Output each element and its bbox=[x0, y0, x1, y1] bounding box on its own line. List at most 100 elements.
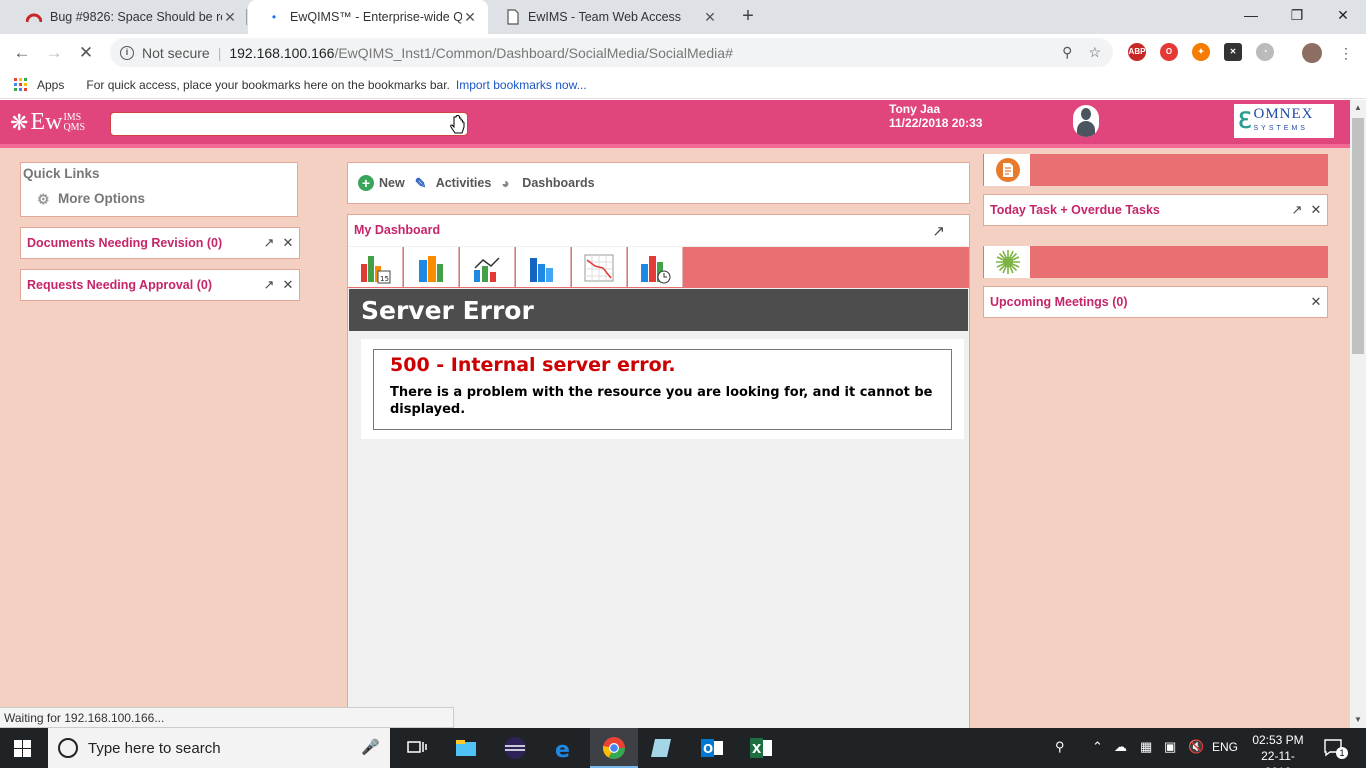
key-icon[interactable]: ⚲ bbox=[1062, 44, 1072, 61]
apps-grid-icon[interactable] bbox=[14, 77, 28, 92]
windows-start-icon[interactable] bbox=[14, 740, 31, 757]
excel-icon[interactable]: X bbox=[748, 735, 774, 761]
tab-bug-tracker[interactable]: Bug #9826: Space Should be red ✕ bbox=[8, 0, 248, 34]
eclipse-icon[interactable] bbox=[502, 735, 528, 761]
outlook-icon[interactable]: O bbox=[699, 735, 725, 761]
svg-text:O: O bbox=[703, 742, 713, 756]
security-label: Not secure bbox=[142, 44, 210, 61]
scroll-thumb[interactable] bbox=[1352, 118, 1364, 354]
taskbar-search-box[interactable]: Type here to search 🎤 bbox=[48, 728, 390, 768]
info-icon[interactable]: i bbox=[120, 45, 134, 60]
pencil-icon: ✎ bbox=[414, 175, 427, 191]
stop-loading-icon[interactable]: ✕ bbox=[73, 40, 99, 66]
tab-ewqims[interactable]: • EwQIMS™ - Enterprise-wide Qua ✕ bbox=[248, 0, 488, 34]
timer-extension-icon[interactable]: ◔ bbox=[1256, 43, 1274, 61]
chevron-up-icon[interactable]: ⌃ bbox=[1092, 739, 1103, 755]
network-icon[interactable]: ▣ bbox=[1164, 739, 1176, 755]
line-chart-button[interactable] bbox=[572, 247, 627, 287]
calendar-chart-button[interactable]: 15 bbox=[348, 247, 403, 287]
adblock-icon[interactable]: ABP bbox=[1128, 43, 1146, 61]
bookmarks-bar: Apps For quick access, place your bookma… bbox=[0, 71, 1366, 99]
close-icon[interactable]: ✕ bbox=[280, 277, 296, 293]
tab-team-web-access[interactable]: EwIMS - Team Web Access ✕ bbox=[488, 0, 728, 34]
bar-calendar-icon: 15 bbox=[361, 256, 391, 284]
activities-button[interactable]: ✎ Activities bbox=[415, 175, 492, 191]
user-name: Tony Jaa bbox=[889, 102, 941, 116]
dashboards-button[interactable]: ◕ Dashboards bbox=[501, 175, 594, 191]
chrome-icon[interactable] bbox=[601, 735, 627, 761]
tab-separator bbox=[246, 9, 247, 25]
menu-kebab-icon[interactable]: ⋮ bbox=[1333, 40, 1359, 66]
microphone-icon[interactable]: 🎤 bbox=[361, 738, 380, 756]
plus-icon: + bbox=[358, 175, 374, 191]
import-bookmarks-link[interactable]: Import bookmarks now... bbox=[456, 78, 587, 92]
restore-icon[interactable]: ❐ bbox=[1274, 0, 1320, 30]
widget-title-link[interactable]: Upcoming Meetings (0) bbox=[990, 295, 1308, 309]
browser-toolbar: ← → ✕ i Not secure | 192.168.100.166/EwQ… bbox=[0, 34, 1366, 71]
omnibox-icons: ⚲ ☆ bbox=[1062, 44, 1101, 61]
bar-chart-button[interactable] bbox=[404, 247, 459, 287]
global-search-input[interactable] bbox=[110, 112, 468, 136]
people-icon[interactable]: ⚲ bbox=[1055, 739, 1065, 755]
documents-needing-revision-widget: Documents Needing Revision (0) ↗ ✕ bbox=[20, 227, 300, 259]
profile-avatar[interactable] bbox=[1302, 43, 1322, 63]
opera-extension-icon[interactable]: O bbox=[1160, 43, 1178, 61]
close-icon[interactable]: ✕ bbox=[702, 9, 718, 26]
address-bar[interactable]: i Not secure | 192.168.100.166/EwQIMS_In… bbox=[110, 38, 1113, 67]
widget-icon-box bbox=[984, 154, 1030, 186]
task-view-icon[interactable] bbox=[403, 735, 429, 761]
edge-browser-icon[interactable]: e bbox=[551, 735, 577, 761]
new-button[interactable]: + New bbox=[358, 175, 405, 191]
language-indicator[interactable]: ENG bbox=[1212, 740, 1238, 754]
quick-links-panel: Quick Links ⚙ More Options bbox=[20, 162, 298, 217]
notes-app-icon[interactable] bbox=[649, 735, 675, 761]
trend-chart-button[interactable] bbox=[460, 247, 515, 287]
file-explorer-icon[interactable] bbox=[453, 735, 479, 761]
export-icon[interactable]: ↗ bbox=[261, 277, 277, 293]
action-center-icon[interactable]: 1 bbox=[1322, 736, 1348, 760]
minimize-icon[interactable]: — bbox=[1228, 0, 1274, 30]
window-close-icon[interactable]: ✕ bbox=[1320, 0, 1366, 30]
clock-time: 02:53 PM bbox=[1252, 733, 1304, 747]
ewims-logo[interactable]: ❋ Ew IMS QMS bbox=[10, 109, 85, 136]
export-icon[interactable]: ↗ bbox=[1289, 202, 1305, 218]
sunburst-icon bbox=[996, 250, 1020, 274]
close-icon[interactable]: ✕ bbox=[462, 9, 478, 26]
widget-title-link[interactable]: Documents Needing Revision (0) bbox=[27, 236, 261, 250]
cloud-icon[interactable]: ☁ bbox=[1114, 739, 1127, 755]
omnex-logo: ℇ OMNEX SYSTEMS bbox=[1234, 104, 1334, 138]
user-avatar-icon[interactable] bbox=[1073, 105, 1099, 137]
star-bookmark-icon[interactable]: ☆ bbox=[1088, 44, 1101, 61]
extension-icon[interactable]: ✦ bbox=[1192, 43, 1210, 61]
app-tray-icon[interactable]: ▦ bbox=[1140, 739, 1152, 755]
widget-title-link[interactable]: Today Task + Overdue Tasks bbox=[990, 203, 1289, 217]
close-icon[interactable]: ✕ bbox=[280, 235, 296, 251]
widget-title-row: Today Task + Overdue Tasks ↗ ✕ bbox=[983, 194, 1328, 226]
error-content: 500 - Internal server error. There is a … bbox=[361, 339, 964, 439]
apps-link[interactable]: Apps bbox=[37, 78, 64, 92]
volume-muted-icon[interactable]: 🔇 bbox=[1188, 739, 1204, 755]
scheduled-chart-button[interactable] bbox=[628, 247, 683, 287]
new-tab-button[interactable]: + bbox=[736, 4, 760, 28]
divider: | bbox=[217, 44, 222, 61]
widget-title-link[interactable]: Requests Needing Approval (0) bbox=[27, 278, 261, 292]
close-icon[interactable]: ✕ bbox=[1308, 202, 1324, 218]
server-error-title: Server Error bbox=[349, 289, 968, 331]
close-icon[interactable]: ✕ bbox=[222, 9, 238, 26]
export-icon[interactable]: ↗ bbox=[932, 222, 945, 240]
scroll-up-arrow-icon[interactable]: ▲ bbox=[1350, 100, 1366, 116]
blue-bar-chart-button[interactable] bbox=[516, 247, 571, 287]
forward-arrow-icon[interactable]: → bbox=[41, 40, 67, 66]
more-options-link[interactable]: ⚙ More Options bbox=[37, 191, 145, 206]
svg-text:e: e bbox=[555, 738, 570, 761]
x-extension-icon[interactable]: ✕ bbox=[1224, 43, 1242, 61]
system-clock[interactable]: 02:53 PM 22-11-2018 bbox=[1248, 732, 1308, 768]
scroll-down-arrow-icon[interactable]: ▼ bbox=[1350, 712, 1366, 728]
page-scrollbar[interactable]: ▲ ▼ bbox=[1350, 100, 1366, 728]
page-icon bbox=[507, 9, 519, 25]
new-label: New bbox=[379, 176, 405, 190]
tab-title: EwQIMS™ - Enterprise-wide Qua bbox=[290, 10, 462, 24]
close-icon[interactable]: ✕ bbox=[1308, 294, 1324, 310]
back-arrow-icon[interactable]: ← bbox=[9, 40, 35, 66]
export-icon[interactable]: ↗ bbox=[261, 235, 277, 251]
